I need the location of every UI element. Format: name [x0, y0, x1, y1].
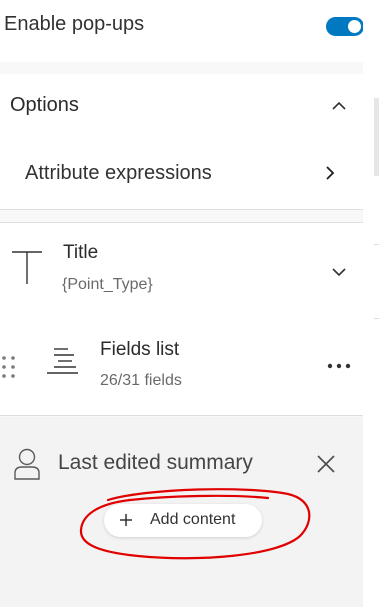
popup-config-panel: Enable pop-ups Options Attribute express…	[0, 0, 364, 607]
title-element-card[interactable]: Title {Point_Type}	[0, 222, 363, 319]
options-header[interactable]: Options	[0, 74, 363, 136]
fields-count: 26/31 fields	[100, 372, 182, 389]
title-element-value: {Point_Type}	[62, 276, 153, 293]
fields-list-card[interactable]: Fields list 26/31 fields	[0, 319, 363, 416]
attribute-expressions-item[interactable]: Attribute expressions	[0, 136, 363, 211]
attribute-expressions-label: Attribute expressions	[25, 162, 212, 184]
side-divider	[374, 318, 379, 319]
user-icon	[12, 447, 42, 481]
options-header-label: Options	[10, 94, 79, 116]
chevron-down-icon[interactable]	[328, 261, 350, 283]
last-edited-summary-label: Last edited summary	[58, 451, 253, 474]
chevron-right-icon[interactable]	[320, 163, 340, 183]
toggle-knob	[348, 20, 361, 33]
enable-popups-toggle[interactable]	[326, 17, 364, 36]
title-element-label: Title	[63, 242, 99, 263]
scroll-area-edge	[363, 0, 379, 607]
fields-list-label: Fields list	[100, 339, 180, 360]
text-title-icon	[8, 248, 48, 288]
side-divider	[374, 244, 379, 245]
plus-icon	[118, 512, 134, 528]
enable-popups-row: Enable pop-ups	[0, 0, 364, 62]
more-options-icon[interactable]	[326, 359, 352, 373]
add-content-label: Add content	[150, 511, 236, 528]
chevron-up-icon[interactable]	[329, 96, 349, 116]
add-content-button[interactable]: Add content	[104, 504, 262, 537]
scrollbar-thumb[interactable]	[374, 98, 379, 176]
divider	[0, 209, 363, 210]
options-section: Options Attribute expressions	[0, 74, 363, 210]
fields-list-icon	[44, 343, 84, 383]
enable-popups-label: Enable pop-ups	[4, 13, 145, 35]
last-edited-summary-card: Last edited summary Add content	[0, 417, 363, 607]
close-icon[interactable]	[315, 453, 337, 475]
drag-handle-icon[interactable]	[1, 355, 17, 379]
